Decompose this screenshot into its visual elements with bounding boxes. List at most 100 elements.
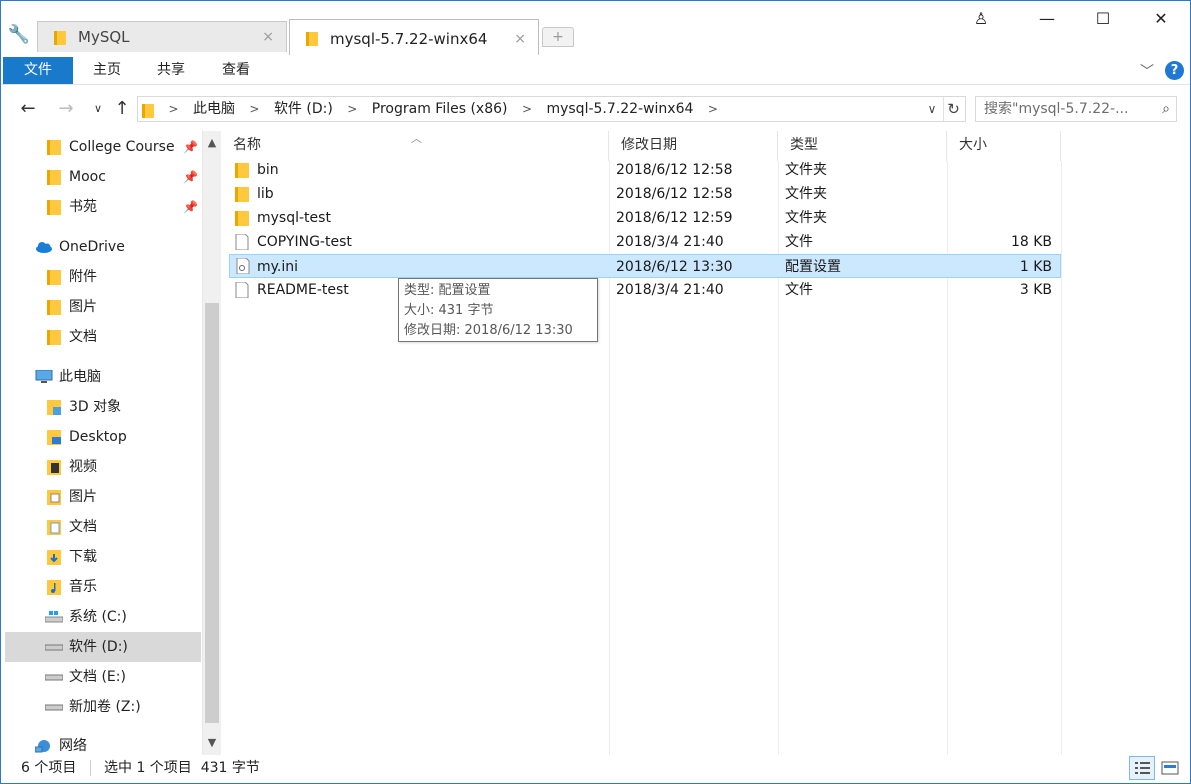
ribbon-tab-file[interactable]: 文件 xyxy=(3,57,73,84)
file-row-lib[interactable]: lib 2018/6/12 12:58 文件夹 xyxy=(229,182,1061,206)
search-input[interactable]: 搜索"mysql-5.7.22-... ⌕ xyxy=(975,96,1177,122)
drive-icon xyxy=(45,704,63,711)
nav-item-3d-objects[interactable]: 3D 对象 xyxy=(5,392,201,422)
file-type: 文件夹 xyxy=(785,162,827,178)
computer-icon xyxy=(35,370,53,383)
up-button[interactable]: ↑ xyxy=(111,97,133,121)
new-tab-button[interactable]: + xyxy=(542,27,574,47)
file-tooltip: 类型: 配置设置 大小: 431 字节 修改日期: 2018/6/12 13:3… xyxy=(398,278,598,342)
forward-button[interactable]: → xyxy=(55,97,77,121)
pin-icon[interactable]: 📌 xyxy=(183,162,198,192)
large-icons-view-icon xyxy=(1161,761,1179,775)
column-header-label: 名称 xyxy=(233,137,261,153)
nav-item-onedrive[interactable]: OneDrive xyxy=(5,232,201,262)
nav-item-mooc[interactable]: Mooc 📌 xyxy=(5,162,201,192)
folder-icon xyxy=(47,140,61,155)
status-bar: 6 个项目 选中 1 个项目 431 字节 xyxy=(1,755,1190,783)
scroll-up-icon[interactable]: ▲ xyxy=(203,133,221,153)
nav-item-label: 文档 (E:) xyxy=(69,669,126,685)
nav-item-label: 网络 xyxy=(59,738,87,754)
breadcrumb-mysql[interactable]: mysql-5.7.22-winx64 xyxy=(546,97,693,121)
nav-item-pictures[interactable]: 图片 xyxy=(5,482,201,512)
nav-item-label: 书苑 xyxy=(69,199,97,215)
ribbon-tab-share[interactable]: 共享 xyxy=(149,57,193,84)
tab-mysql-winx64[interactable]: mysql-5.7.22-winx64 × xyxy=(289,19,539,55)
large-icons-view-button[interactable] xyxy=(1157,756,1183,780)
recent-locations-button[interactable]: ∨ xyxy=(87,97,109,121)
nav-item-drive-z[interactable]: 新加卷 (Z:) xyxy=(5,692,201,722)
breadcrumb-separator[interactable]: > xyxy=(708,97,718,121)
nav-item-label: 音乐 xyxy=(69,579,97,595)
nav-item-onedrive-documents[interactable]: 文档 xyxy=(5,322,201,352)
folder-icon xyxy=(47,270,61,285)
close-button[interactable]: ✕ xyxy=(1131,1,1190,37)
nav-item-drive-c[interactable]: 系统 (C:) xyxy=(5,602,201,632)
file-type: 文件夹 xyxy=(785,210,827,226)
nav-item-drive-e[interactable]: 文档 (E:) xyxy=(5,662,201,692)
nav-pane-scrollbar[interactable]: ▲ ▼ xyxy=(202,131,221,757)
file-row-my-ini[interactable]: my.ini 2018/6/12 13:30 配置设置 1 KB xyxy=(229,254,1061,278)
search-icon: ⌕ xyxy=(1162,101,1170,117)
tab-close-button[interactable]: × xyxy=(514,24,526,54)
breadcrumb-separator[interactable]: > xyxy=(168,97,178,121)
address-dropdown-icon[interactable]: ∨ xyxy=(923,97,941,121)
user-icon[interactable]: ♙ xyxy=(951,1,1011,37)
address-bar[interactable]: > 此电脑 > 软件 (D:) > Program Files (x86) > … xyxy=(137,96,966,122)
nav-item-videos[interactable]: 视频 xyxy=(5,452,201,482)
chevron-down-icon[interactable]: ﹀ xyxy=(1140,61,1154,81)
tooltip-type: 类型: 配置设置 xyxy=(404,283,491,298)
pin-icon[interactable]: 📌 xyxy=(183,132,198,162)
nav-item-shuyuan[interactable]: 书苑 📌 xyxy=(5,192,201,222)
ribbon-tab-home[interactable]: 主页 xyxy=(85,57,129,84)
pin-icon[interactable]: 📌 xyxy=(183,192,198,222)
tab-close-button[interactable]: × xyxy=(262,22,274,52)
column-header-date[interactable]: 修改日期 xyxy=(609,131,778,161)
file-list: ︿ 名称 修改日期 类型 大小 bin 2018/6/12 12:58 文件夹 … xyxy=(221,131,1190,757)
back-button[interactable]: ← xyxy=(17,97,39,121)
nav-item-label: 文档 xyxy=(69,329,97,345)
wrench-icon[interactable]: 🔧 xyxy=(7,23,31,47)
file-row-mysql-test[interactable]: mysql-test 2018/6/12 12:59 文件夹 xyxy=(229,206,1061,230)
nav-item-label: College Course xyxy=(69,139,175,155)
folder-icon xyxy=(306,32,318,46)
minimize-button[interactable]: — xyxy=(1017,1,1077,37)
nav-item-this-pc[interactable]: 此电脑 xyxy=(5,362,201,392)
nav-item-documents[interactable]: 文档 xyxy=(5,512,201,542)
file-row-readme-test[interactable]: README-test 2018/3/4 21:40 文件 3 KB xyxy=(229,278,1061,302)
windows-drive-icon xyxy=(45,611,63,623)
maximize-button[interactable]: ☐ xyxy=(1073,1,1133,37)
tab-mysql[interactable]: MySQL × xyxy=(37,21,287,52)
breadcrumb-separator[interactable]: > xyxy=(249,97,259,121)
nav-item-college-course[interactable]: College Course 📌 xyxy=(5,132,201,162)
nav-item-desktop[interactable]: Desktop xyxy=(5,422,201,452)
breadcrumb-separator[interactable]: > xyxy=(347,97,357,121)
nav-item-label: 文档 xyxy=(69,519,97,535)
breadcrumb-program-files[interactable]: Program Files (x86) xyxy=(372,97,508,121)
column-header-type[interactable]: 类型 xyxy=(778,131,947,161)
column-header-name[interactable]: ︿ 名称 xyxy=(221,131,609,161)
nav-item-music[interactable]: 音乐 xyxy=(5,572,201,602)
ribbon-tab-view[interactable]: 查看 xyxy=(214,57,258,84)
file-name: lib xyxy=(257,186,274,202)
nav-item-downloads[interactable]: 下载 xyxy=(5,542,201,572)
scrollbar-thumb[interactable] xyxy=(205,303,219,723)
column-header-size[interactable]: 大小 xyxy=(947,131,1061,161)
videos-folder-icon xyxy=(47,460,61,475)
nav-item-onedrive-pictures[interactable]: 图片 xyxy=(5,292,201,322)
sort-ascending-icon: ︿ xyxy=(411,132,422,145)
scroll-down-icon[interactable]: ▼ xyxy=(203,733,221,753)
file-row-bin[interactable]: bin 2018/6/12 12:58 文件夹 xyxy=(229,158,1061,182)
breadcrumb-separator[interactable]: > xyxy=(522,97,532,121)
breadcrumb-drive-d[interactable]: 软件 (D:) xyxy=(274,97,333,121)
file-size: 1 KB xyxy=(1019,259,1052,275)
nav-item-network[interactable]: 网络 xyxy=(5,731,201,757)
file-date: 2018/6/12 12:59 xyxy=(616,210,733,226)
help-icon[interactable]: ? xyxy=(1165,61,1184,80)
nav-item-drive-d[interactable]: 软件 (D:) xyxy=(5,632,201,662)
nav-item-attachments[interactable]: 附件 xyxy=(5,262,201,292)
details-view-button[interactable] xyxy=(1129,756,1155,780)
breadcrumb-this-pc[interactable]: 此电脑 xyxy=(193,97,235,121)
refresh-icon[interactable]: ↻ xyxy=(943,97,963,121)
file-row-copying-test[interactable]: COPYING-test 2018/3/4 21:40 文件 18 KB xyxy=(229,230,1061,254)
file-type: 配置设置 xyxy=(785,259,841,275)
